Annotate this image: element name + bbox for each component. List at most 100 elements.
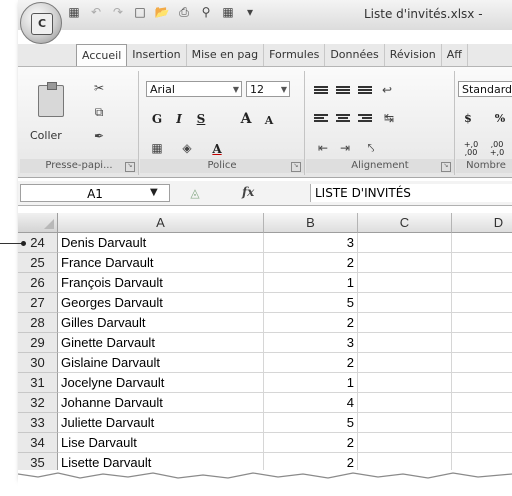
row-header[interactable]: 25: [18, 253, 58, 273]
cell-count[interactable]: 3: [264, 233, 358, 253]
cell-empty[interactable]: [452, 293, 512, 313]
alignment-launcher-icon[interactable]: ↘: [441, 162, 451, 172]
copy-icon[interactable]: ⧉: [92, 105, 106, 119]
undo-icon[interactable]: ↶: [88, 4, 104, 20]
cell-count[interactable]: 4: [264, 393, 358, 413]
row-header[interactable]: 29: [18, 333, 58, 353]
fill-color-icon[interactable]: ◈: [180, 141, 194, 155]
paste-icon[interactable]: [38, 82, 64, 117]
cell-count[interactable]: 5: [264, 293, 358, 313]
cell-empty[interactable]: [452, 413, 512, 433]
column-header-d[interactable]: D: [452, 213, 512, 233]
bold-button[interactable]: G: [150, 111, 164, 127]
cell-empty[interactable]: [358, 413, 452, 433]
cell-name[interactable]: Juliette Darvault: [58, 413, 264, 433]
cell-name[interactable]: Denis Darvault: [58, 233, 264, 253]
new-icon[interactable]: □: [132, 4, 148, 20]
row-header[interactable]: 27: [18, 293, 58, 313]
row-header[interactable]: 34: [18, 433, 58, 453]
cell-empty[interactable]: [358, 373, 452, 393]
tab-accueil[interactable]: Accueil: [76, 44, 128, 66]
cell-count[interactable]: 2: [264, 253, 358, 273]
cell-empty[interactable]: [358, 233, 452, 253]
number-format-select[interactable]: Standard: [458, 81, 512, 97]
cell-count[interactable]: 2: [264, 433, 358, 453]
cell-name[interactable]: Lise Darvault: [58, 433, 264, 453]
align-left-icon[interactable]: [314, 113, 328, 125]
cell-name[interactable]: France Darvault: [58, 253, 264, 273]
tab-revision[interactable]: Révision: [385, 44, 442, 66]
tab-formules[interactable]: Formules: [264, 44, 326, 66]
merge-cells-icon[interactable]: ↹: [382, 111, 396, 125]
cell-count[interactable]: 3: [264, 333, 358, 353]
office-button[interactable]: C: [20, 2, 62, 44]
cell-empty[interactable]: [358, 273, 452, 293]
underline-button[interactable]: S: [194, 111, 208, 127]
cell-name[interactable]: Gilles Darvault: [58, 313, 264, 333]
font-size-select[interactable]: 12 ▼: [246, 81, 290, 97]
tab-donnees[interactable]: Données: [325, 44, 385, 66]
cell-empty[interactable]: [452, 273, 512, 293]
align-top-icon[interactable]: [314, 85, 328, 97]
cell-count[interactable]: 1: [264, 373, 358, 393]
cell-empty[interactable]: [452, 373, 512, 393]
cell-empty[interactable]: [358, 353, 452, 373]
cell-empty[interactable]: [452, 333, 512, 353]
chevron-down-icon[interactable]: ▼: [150, 184, 158, 202]
tab-mise-en-page[interactable]: Mise en pag: [187, 44, 265, 66]
shrink-font-button[interactable]: A: [262, 113, 276, 129]
cell-empty[interactable]: [358, 393, 452, 413]
row-header[interactable]: 31: [18, 373, 58, 393]
column-header-c[interactable]: C: [358, 213, 452, 233]
align-right-icon[interactable]: [358, 113, 372, 125]
grow-font-button[interactable]: A: [238, 111, 254, 127]
format-painter-icon[interactable]: ✒: [92, 129, 106, 143]
cell-count[interactable]: 1: [264, 273, 358, 293]
increase-indent-icon[interactable]: ⇥: [338, 141, 352, 155]
name-box[interactable]: A1: [20, 184, 170, 202]
cell-name[interactable]: Ginette Darvault: [58, 333, 264, 353]
cell-empty[interactable]: [452, 233, 512, 253]
save-icon[interactable]: ▦: [66, 4, 82, 20]
column-header-a[interactable]: A: [58, 213, 264, 233]
paste-button[interactable]: Coller: [30, 129, 62, 142]
redo-icon[interactable]: ↷: [110, 4, 126, 20]
orientation-icon[interactable]: ⤣: [364, 141, 378, 155]
select-all-button[interactable]: [18, 213, 58, 233]
align-bottom-icon[interactable]: [358, 85, 372, 97]
align-middle-icon[interactable]: [336, 85, 350, 97]
cell-name[interactable]: François Darvault: [58, 273, 264, 293]
cell-empty[interactable]: [452, 433, 512, 453]
row-header[interactable]: 33: [18, 413, 58, 433]
row-header[interactable]: 30: [18, 353, 58, 373]
tab-affichage[interactable]: Aff: [442, 44, 468, 66]
open-icon[interactable]: 📂: [154, 4, 170, 20]
row-header[interactable]: 28: [18, 313, 58, 333]
cell-empty[interactable]: [358, 313, 452, 333]
cut-icon[interactable]: ✂: [92, 81, 106, 95]
cell-name[interactable]: Georges Darvault: [58, 293, 264, 313]
align-center-icon[interactable]: [336, 113, 350, 125]
cell-name[interactable]: Gislaine Darvault: [58, 353, 264, 373]
cell-count[interactable]: 2: [264, 313, 358, 333]
cell-empty[interactable]: [358, 433, 452, 453]
cell-empty[interactable]: [452, 353, 512, 373]
italic-button[interactable]: I: [172, 111, 186, 127]
table-icon[interactable]: ▦: [220, 4, 236, 20]
font-launcher-icon[interactable]: ↘: [291, 162, 301, 172]
customize-icon[interactable]: ▾: [242, 4, 258, 20]
increase-decimal-button[interactable]: +,0 ,00: [460, 141, 482, 157]
font-color-button[interactable]: A: [210, 141, 224, 157]
cell-empty[interactable]: [452, 393, 512, 413]
cell-empty[interactable]: [358, 253, 452, 273]
print-icon[interactable]: ⎙: [176, 4, 192, 20]
print-preview-icon[interactable]: ⚲: [198, 4, 214, 20]
row-header[interactable]: 26: [18, 273, 58, 293]
clipboard-launcher-icon[interactable]: ↘: [125, 162, 135, 172]
decrease-indent-icon[interactable]: ⇤: [316, 141, 330, 155]
cell-empty[interactable]: [358, 333, 452, 353]
cell-name[interactable]: Johanne Darvault: [58, 393, 264, 413]
cell-empty[interactable]: [358, 293, 452, 313]
formula-input[interactable]: LISTE D'INVITÉS: [310, 184, 512, 202]
cell-empty[interactable]: [452, 253, 512, 273]
